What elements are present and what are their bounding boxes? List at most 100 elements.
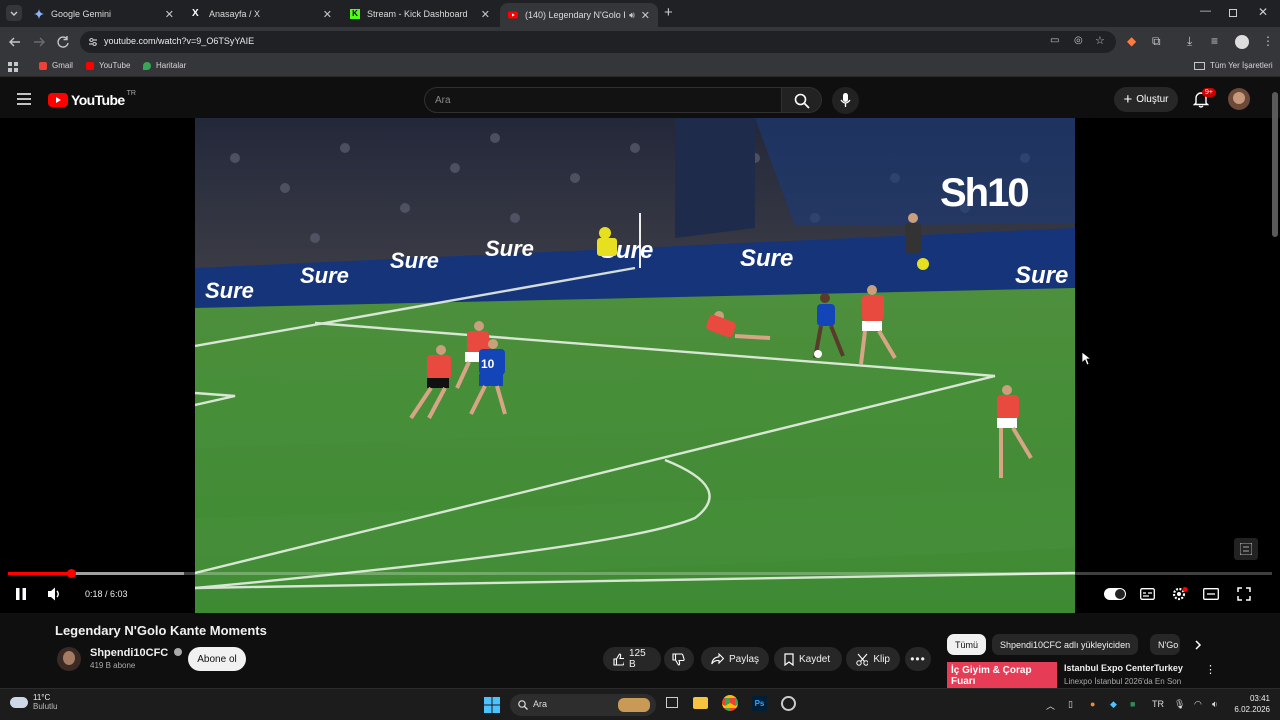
- subtitles-icon[interactable]: [1140, 588, 1155, 600]
- microphone-icon: [840, 93, 851, 107]
- fullscreen-icon[interactable]: [1237, 587, 1251, 601]
- close-icon[interactable]: ✕: [323, 8, 332, 21]
- theater-mode-icon[interactable]: [1203, 588, 1219, 600]
- reload-icon[interactable]: [56, 35, 70, 49]
- like-button[interactable]: 125 B: [603, 647, 661, 671]
- profile-avatar[interactable]: [1235, 35, 1249, 49]
- info-card-button[interactable]: [1234, 538, 1258, 560]
- youtube-icon: [86, 61, 94, 70]
- volume-icon[interactable]: 🔉︎: [1212, 699, 1218, 710]
- close-icon[interactable]: ✕: [165, 8, 174, 21]
- all-bookmarks-label: Tüm Yer İşaretleri: [1210, 61, 1273, 70]
- bookmark-youtube[interactable]: YouTube: [86, 61, 130, 70]
- restore-button[interactable]: [1229, 9, 1237, 17]
- search-icon: [518, 700, 528, 710]
- new-tab-button[interactable]: +: [664, 4, 673, 21]
- download-icon[interactable]: ⤓: [1187, 34, 1192, 49]
- tray-icon[interactable]: TR: [1152, 699, 1164, 709]
- site-info-icon[interactable]: [88, 37, 98, 47]
- all-bookmarks[interactable]: Tüm Yer İşaretleri: [1194, 61, 1273, 70]
- share-button[interactable]: Paylaş: [701, 647, 769, 671]
- chrome-icon[interactable]: [722, 695, 738, 711]
- save-button[interactable]: Kaydet: [774, 647, 842, 671]
- extension-fox-icon[interactable]: ◆: [1127, 34, 1136, 48]
- microphone-icon[interactable]: 🎙︎: [1174, 699, 1185, 710]
- more-actions-button[interactable]: •••: [905, 647, 931, 671]
- chip-all[interactable]: Tümü: [947, 634, 987, 655]
- windows-start-icon[interactable]: [484, 697, 500, 713]
- chip-related[interactable]: N'Go: [1150, 634, 1180, 655]
- bookmark-label: Gmail: [52, 61, 73, 70]
- photoshop-icon[interactable]: Ps: [752, 696, 767, 711]
- search-button[interactable]: [782, 87, 822, 113]
- bookmark-maps[interactable]: Haritalar: [143, 61, 186, 70]
- tray-icon[interactable]: ▯: [1068, 699, 1073, 710]
- pause-icon[interactable]: [15, 588, 27, 600]
- speaker-icon[interactable]: 🔊︎: [629, 10, 635, 21]
- more-menu-icon[interactable]: ⋮: [1262, 34, 1274, 48]
- channel-name[interactable]: Shpendi10CFC: [90, 647, 183, 659]
- dislike-button[interactable]: [664, 647, 694, 671]
- tab-google-gemini[interactable]: Google Gemini ✕: [26, 3, 182, 25]
- ad-board-text: Sure: [205, 278, 254, 303]
- ad-menu-icon[interactable]: ⋮: [1205, 663, 1216, 676]
- progress-scrubber[interactable]: [67, 569, 76, 578]
- hamburger-menu-icon[interactable]: [17, 93, 31, 105]
- more-horizontal-icon: •••: [910, 652, 926, 666]
- tab-youtube-video[interactable]: (140) Legendary N'Golo Kan 🔊︎ ✕: [500, 3, 658, 27]
- file-explorer-icon[interactable]: [693, 697, 708, 709]
- settings-gear-icon[interactable]: [1172, 587, 1188, 601]
- address-bar[interactable]: youtube.com/watch?v=9_O6TSyYAIE ▭ ◎ ☆: [80, 31, 1116, 53]
- share-label: Paylaş: [728, 653, 759, 665]
- taskbar-search[interactable]: Ara: [510, 694, 656, 716]
- notifications-button[interactable]: 9+: [1193, 88, 1216, 109]
- tab-kick-dashboard[interactable]: K Stream - Kick Dashboard ✕: [342, 3, 498, 25]
- subscribe-button[interactable]: Abone ol: [188, 647, 246, 671]
- logo-text: YouTube: [71, 92, 125, 108]
- account-avatar[interactable]: [1228, 88, 1250, 110]
- chip-from-uploader[interactable]: Shpendi10CFC adlı yükleyiciden: [992, 634, 1139, 655]
- progress-bar[interactable]: [8, 572, 1272, 575]
- volume-icon[interactable]: [48, 587, 62, 601]
- voice-search-button[interactable]: [832, 87, 859, 114]
- chevron-right-icon[interactable]: [1194, 640, 1202, 650]
- tray-icon[interactable]: ■: [1130, 699, 1135, 709]
- minimize-button[interactable]: —: [1200, 5, 1211, 17]
- bookmark-star-icon[interactable]: ☆: [1095, 34, 1105, 47]
- browser-toolbar: youtube.com/watch?v=9_O6TSyYAIE ▭ ◎ ☆ ◆ …: [0, 27, 1280, 57]
- bookmark-gmail[interactable]: Gmail: [39, 61, 73, 70]
- wifi-icon[interactable]: ◠: [1194, 699, 1202, 710]
- thumbs-up-icon: [613, 652, 624, 666]
- ad-thumbnail[interactable]: İç Giyim & Çorap Fuarı: [947, 662, 1057, 688]
- tray-icon[interactable]: ◆: [1110, 699, 1117, 710]
- weather-widget[interactable]: 11°C Bulutlu: [10, 693, 57, 711]
- close-window-button[interactable]: ✕: [1258, 5, 1268, 19]
- video-player[interactable]: Sure Sure Sure Sure Sure Sure Sure 10 Sh…: [0, 118, 1280, 613]
- back-icon[interactable]: [8, 36, 22, 48]
- chevron-up-icon[interactable]: ︿: [1046, 699, 1055, 712]
- autoplay-toggle[interactable]: [1104, 588, 1126, 600]
- youtube-logo[interactable]: YouTube TR: [48, 90, 136, 108]
- task-view-icon[interactable]: [666, 697, 678, 708]
- page-scrollbar[interactable]: [1272, 92, 1278, 237]
- eye-off-icon[interactable]: ◎: [1074, 35, 1083, 46]
- tray-icon[interactable]: ●: [1090, 699, 1095, 709]
- tab-search-dropdown[interactable]: [6, 5, 22, 21]
- ad-title[interactable]: Istanbul Expo CenterTurkey: [1064, 663, 1183, 673]
- app-icon[interactable]: [781, 696, 796, 711]
- close-icon[interactable]: ✕: [641, 9, 650, 22]
- forward-icon[interactable]: [32, 36, 46, 48]
- extensions-puzzle-icon[interactable]: ⧉: [1152, 34, 1161, 49]
- close-icon[interactable]: ✕: [481, 8, 490, 21]
- url-text: youtube.com/watch?v=9_O6TSyYAIE: [104, 36, 255, 46]
- media-controls-icon[interactable]: ≡: [1211, 34, 1218, 48]
- create-button[interactable]: + Oluştur: [1114, 87, 1178, 112]
- cast-icon[interactable]: ▭: [1050, 35, 1059, 46]
- tab-x[interactable]: X Anasayfa / X ✕: [184, 3, 340, 25]
- search-input[interactable]: Ara: [424, 87, 782, 113]
- channel-avatar[interactable]: [57, 647, 81, 671]
- weather-temp: 11°C: [33, 693, 51, 702]
- clip-button[interactable]: Klip: [846, 647, 900, 671]
- apps-grid-icon[interactable]: [8, 62, 18, 72]
- clock[interactable]: 03:41 6.02.2026: [1226, 694, 1270, 714]
